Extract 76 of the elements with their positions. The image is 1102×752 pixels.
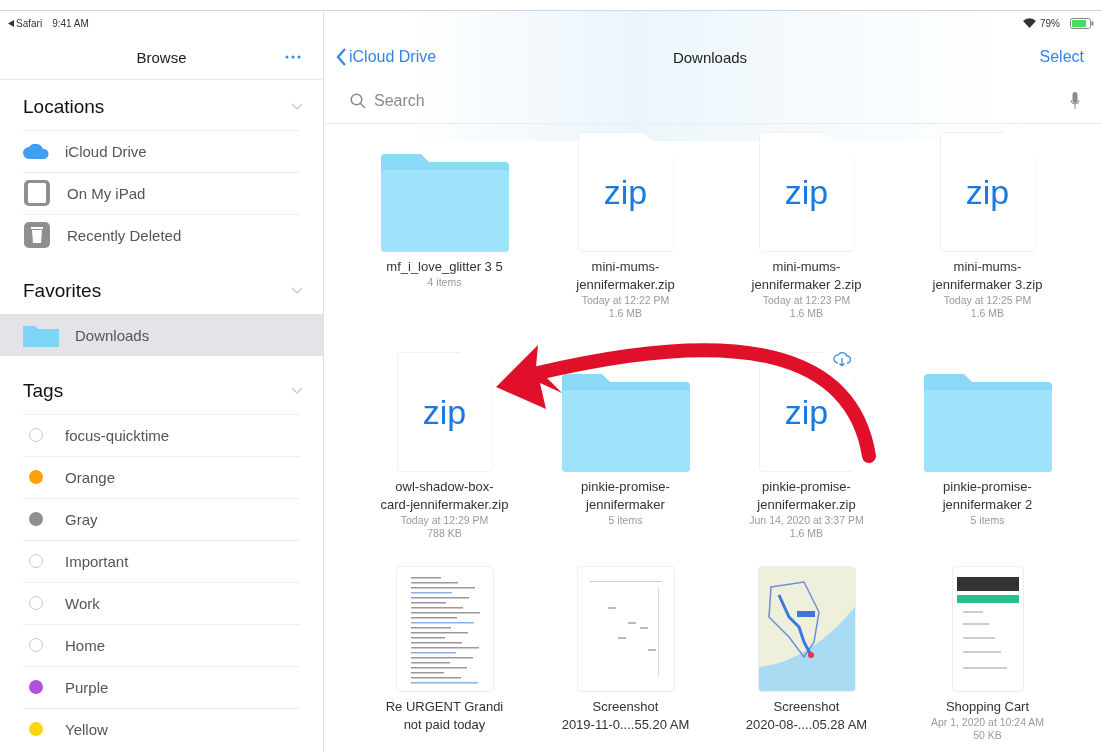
folder-title: Downloads <box>672 48 748 66</box>
sidebar-title: Browse <box>136 48 187 66</box>
sidebar-item[interactable]: Home <box>0 624 323 666</box>
file-name[interactable]: owl-shadow-box- card-jennifermaker.zip <box>380 478 509 514</box>
file-name[interactable]: pinkie-promise- jennifermaker 2 <box>942 478 1033 514</box>
file-name[interactable]: Screenshot 2020-08-....05.28 AM <box>745 698 868 734</box>
battery-icon <box>1070 17 1094 29</box>
back-triangle-icon[interactable] <box>8 19 14 27</box>
folder-icon[interactable] <box>380 154 509 252</box>
file-detail: 1.6 MB <box>789 307 824 320</box>
file-name[interactable]: mini-mums- jennifermaker 3.zip <box>932 258 1043 294</box>
file-detail: 5 items <box>970 514 1005 527</box>
microphone-icon[interactable] <box>1070 92 1080 110</box>
sidebar-item[interactable]: Yellow <box>0 708 323 750</box>
zip-file-icon[interactable]: zip <box>577 132 674 252</box>
map-thumbnail[interactable] <box>757 566 856 692</box>
sidebar-item[interactable]: Purple <box>0 666 323 708</box>
sidebar-item[interactable]: Orange <box>0 456 323 498</box>
wifi-icon <box>1023 18 1036 28</box>
search-icon <box>350 93 366 109</box>
sidebar-item[interactable]: Downloads <box>0 314 323 356</box>
tablet-icon <box>23 179 51 207</box>
file-detail: Today at 12:22 PM <box>581 294 670 307</box>
file-detail: 1.6 MB <box>789 527 824 540</box>
chevron-left-icon[interactable] <box>336 48 347 66</box>
sidebar-item[interactable]: focus-quicktime <box>0 414 323 456</box>
file-detail: 5 items <box>608 514 643 527</box>
chevron-down-icon[interactable] <box>291 287 303 295</box>
zip-file-icon[interactable]: zip <box>939 132 1036 252</box>
back-to-app-link[interactable]: Safari <box>16 17 43 29</box>
file-name[interactable]: mini-mums- jennifermaker.zip <box>576 258 675 294</box>
file-name[interactable]: Shopping Cart <box>945 698 1030 716</box>
status-time: 9:41 AM <box>52 17 89 29</box>
file-detail: Apr 1, 2020 at 10:24 AM <box>930 716 1045 729</box>
sidebar-item[interactable]: Important <box>0 540 323 582</box>
sidebar-item[interactable]: Recently Deleted <box>0 214 323 256</box>
zip-file-icon[interactable]: zip <box>396 352 493 472</box>
file-detail: Today at 12:25 PM <box>943 294 1032 307</box>
file-name[interactable]: mf_i_love_glitter 3 5 <box>386 258 503 276</box>
file-detail: Today at 12:23 PM <box>762 294 851 307</box>
file-detail: Jun 14, 2020 at 3:37 PM <box>749 514 864 527</box>
sidebar-item[interactable]: Gray <box>0 498 323 540</box>
file-detail: 788 KB <box>427 527 462 540</box>
file-name[interactable]: Screenshot 2019-11-0....55.20 AM <box>561 698 690 734</box>
file-detail: 1.6 MB <box>970 307 1005 320</box>
more-icon[interactable] <box>285 55 301 59</box>
file-name[interactable]: pinkie-promise- jennifermaker <box>581 478 670 514</box>
folder-icon[interactable] <box>923 374 1052 472</box>
file-detail: 4 items <box>427 276 462 289</box>
zip-file-icon[interactable]: zip <box>758 132 855 252</box>
search-field[interactable]: Search <box>372 91 1064 111</box>
sidebar-item[interactable]: On My iPad <box>0 172 323 214</box>
folder-icon[interactable] <box>561 374 690 472</box>
file-detail: 50 KB <box>973 729 1002 742</box>
document-thumbnail[interactable] <box>395 566 494 692</box>
file-name[interactable]: mini-mums- jennifermaker 2.zip <box>751 258 862 294</box>
select-button[interactable]: Select <box>1039 48 1084 66</box>
section-heading: Locations <box>23 96 105 118</box>
file-detail: Today at 12:29 PM <box>400 514 489 527</box>
folder-icon <box>23 323 59 347</box>
section-heading: Favorites <box>23 280 102 302</box>
chevron-down-icon[interactable] <box>291 103 303 111</box>
app-screenshot-thumbnail[interactable] <box>951 566 1024 692</box>
file-name[interactable]: Re URGENT Grandi not paid today <box>385 698 504 734</box>
cloud-download-icon[interactable] <box>832 352 851 366</box>
trash-icon <box>23 221 51 249</box>
sidebar-item[interactable]: Work <box>0 582 323 624</box>
screenshot-thumbnail[interactable] <box>576 566 675 692</box>
cloud-icon <box>23 143 49 159</box>
battery-percent: 79% <box>1040 17 1060 29</box>
sidebar-item[interactable]: iCloud Drive <box>0 130 323 172</box>
section-heading: Tags <box>23 380 64 402</box>
file-name[interactable]: pinkie-promise- jennifermaker.zip <box>757 478 856 514</box>
back-button[interactable]: iCloud Drive <box>336 48 437 66</box>
chevron-down-icon[interactable] <box>291 387 303 395</box>
file-detail: 1.6 MB <box>608 307 643 320</box>
